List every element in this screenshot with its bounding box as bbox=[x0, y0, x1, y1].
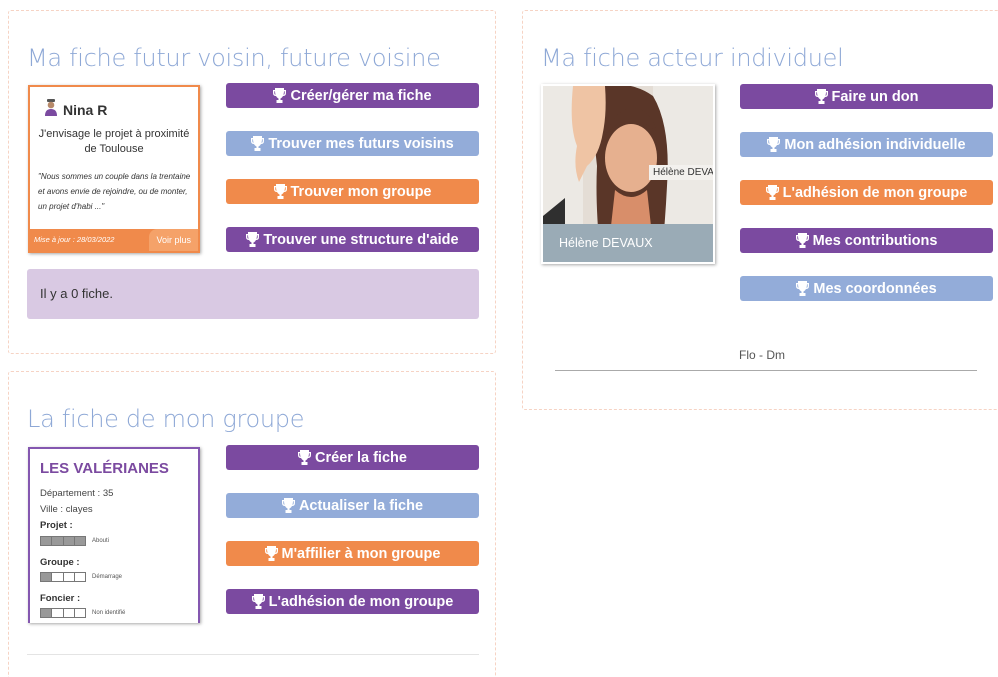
button-label: Trouver une structure d'aide bbox=[263, 231, 459, 248]
button-label: L'adhésion de mon groupe bbox=[782, 184, 968, 201]
create-manage-profile-button[interactable]: Créer/gérer ma fiche bbox=[226, 83, 479, 108]
results-count-text: Il y a 0 fiche. bbox=[40, 286, 113, 301]
button-label: Créer/gérer ma fiche bbox=[290, 87, 432, 104]
results-count-box: Il y a 0 fiche. bbox=[27, 269, 479, 319]
panel-futur-voisin: Ma fiche futur voisin, future voisine Ni… bbox=[8, 10, 496, 354]
find-my-group-button[interactable]: Trouver mon groupe bbox=[226, 179, 479, 204]
groupe-progress-gauge bbox=[40, 572, 86, 582]
profile-name: Nina R bbox=[63, 102, 108, 118]
foncier-status: Non identifié bbox=[92, 610, 126, 616]
group-membership-button[interactable]: L'adhésion de mon groupe bbox=[226, 589, 479, 614]
group-ville: Ville : clayes bbox=[40, 504, 93, 515]
trophy-icon bbox=[264, 546, 278, 561]
trophy-icon bbox=[273, 88, 287, 103]
groupe-label: Groupe : bbox=[40, 557, 80, 568]
my-contributions-button[interactable]: Mes contributions bbox=[740, 228, 993, 253]
profile-update-date: Mise à jour : 28/03/2022 bbox=[34, 235, 115, 244]
my-contact-details-button[interactable]: Mes coordonnées bbox=[740, 276, 993, 301]
create-group-profile-button[interactable]: Créer la fiche bbox=[226, 445, 479, 470]
profile-summary: J'envisage le projet à proximité de Toul… bbox=[38, 128, 190, 155]
groupe-status: Démarrage bbox=[92, 574, 123, 580]
panel-group-profile: La fiche de mon groupe LES VALÉRIANES Dé… bbox=[8, 371, 496, 677]
divider bbox=[555, 370, 977, 371]
actor-photo: Hélène DEVAUX Hélène DEVAUX bbox=[543, 86, 713, 262]
projet-status: Abouti bbox=[92, 538, 110, 544]
trophy-icon bbox=[251, 594, 265, 609]
button-label: Mes contributions bbox=[812, 232, 938, 249]
join-my-group-button[interactable]: M'affilier à mon groupe bbox=[226, 541, 479, 566]
projet-progress-gauge bbox=[40, 536, 86, 546]
foncier-progress-gauge bbox=[40, 608, 86, 618]
actor-photo-card[interactable]: Hélène DEVAUX Hélène DEVAUX bbox=[541, 84, 715, 264]
button-label: Actualiser la fiche bbox=[298, 497, 424, 514]
trophy-icon bbox=[767, 137, 781, 152]
trophy-icon bbox=[273, 184, 287, 199]
user-icon bbox=[44, 99, 58, 121]
user-signature: Flo - Dm bbox=[739, 348, 785, 362]
button-label: M'affilier à mon groupe bbox=[281, 545, 441, 562]
individual-membership-button[interactable]: Mon adhésion individuelle bbox=[740, 132, 993, 157]
panel-title: Ma fiche futur voisin, future voisine bbox=[27, 44, 441, 72]
trophy-icon bbox=[246, 232, 260, 247]
photo-caption: Hélène DEVAUX bbox=[559, 236, 653, 250]
panel-title: Ma fiche acteur individuel bbox=[541, 44, 844, 72]
voisin-profile-card[interactable]: Nina R J'envisage le projet à proximité … bbox=[28, 85, 200, 253]
profile-quote: "Nous sommes un couple dans la trentaine… bbox=[38, 172, 191, 211]
button-label: Faire un don bbox=[831, 88, 919, 105]
panel-title: La fiche de mon groupe bbox=[27, 405, 305, 433]
donate-button[interactable]: Faire un don bbox=[740, 84, 993, 109]
button-label: Créer la fiche bbox=[315, 449, 407, 466]
projet-label: Projet : bbox=[40, 520, 73, 531]
trophy-icon bbox=[765, 185, 779, 200]
trophy-icon bbox=[796, 281, 810, 296]
profile-name-row: Nina R bbox=[44, 99, 107, 121]
trophy-icon bbox=[298, 450, 312, 465]
photo-name-tag: Hélène DEVAUX bbox=[649, 165, 713, 180]
button-label: Mon adhésion individuelle bbox=[784, 136, 966, 153]
button-label: L'adhésion de mon groupe bbox=[268, 593, 454, 610]
group-departement: Département : 35 bbox=[40, 488, 114, 499]
group-profile-card[interactable]: LES VALÉRIANES Département : 35 Ville : … bbox=[28, 447, 200, 623]
button-label: Trouver mes futurs voisins bbox=[268, 135, 454, 152]
group-name: LES VALÉRIANES bbox=[40, 460, 169, 477]
trophy-icon bbox=[281, 498, 295, 513]
panel-individual-actor: Ma fiche acteur individuel Hélène DEVAUX… bbox=[522, 10, 998, 410]
find-future-neighbours-button[interactable]: Trouver mes futurs voisins bbox=[226, 131, 479, 156]
update-group-profile-button[interactable]: Actualiser la fiche bbox=[226, 493, 479, 518]
profile-footer: Mise à jour : 28/03/2022 Voir plus bbox=[30, 229, 198, 251]
button-label: Trouver mon groupe bbox=[290, 183, 432, 200]
trophy-icon bbox=[795, 233, 809, 248]
button-label: Mes coordonnées bbox=[813, 280, 937, 297]
trophy-icon bbox=[814, 89, 828, 104]
photo-caption-band: Hélène DEVAUX bbox=[543, 224, 713, 262]
trophy-icon bbox=[251, 136, 265, 151]
foncier-label: Foncier : bbox=[40, 593, 81, 604]
find-support-structure-button[interactable]: Trouver une structure d'aide bbox=[226, 227, 479, 252]
group-membership-button[interactable]: L'adhésion de mon groupe bbox=[740, 180, 993, 205]
see-more-button[interactable]: Voir plus bbox=[149, 229, 198, 251]
divider bbox=[27, 654, 479, 655]
